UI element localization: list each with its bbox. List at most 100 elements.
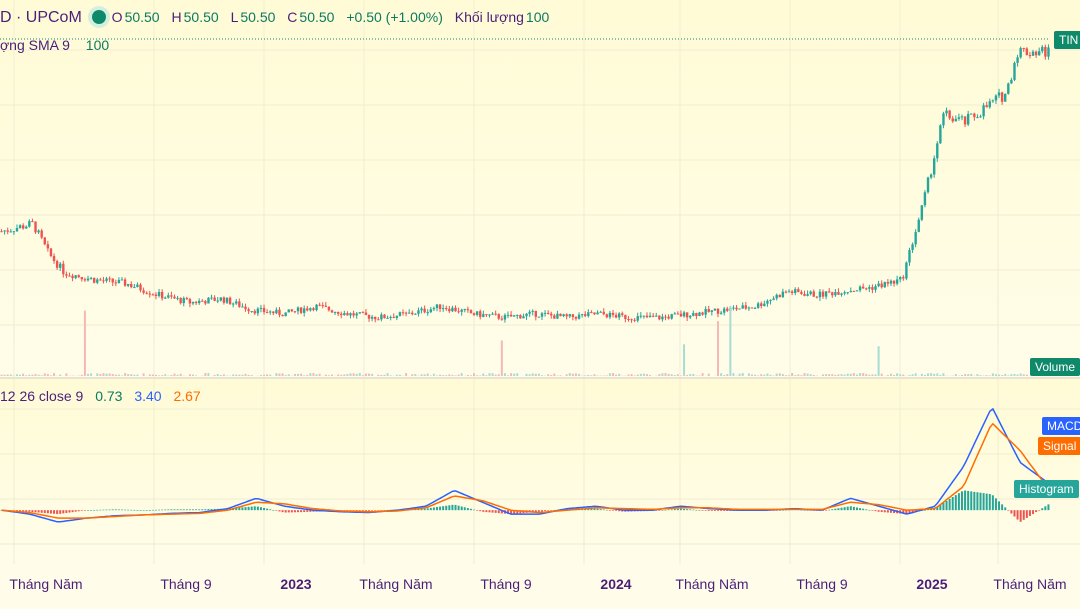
histogram-bar [668, 510, 670, 511]
candle-body [294, 311, 296, 312]
histogram-bar [25, 510, 27, 511]
volume-bar [797, 374, 799, 376]
volume-bar [312, 373, 314, 376]
histogram-bar [1020, 510, 1022, 522]
histogram-bar [365, 510, 367, 511]
candle-body [133, 287, 135, 288]
volume-bar [328, 375, 330, 376]
histogram-bar [68, 510, 70, 512]
price-tag: TIN [1054, 31, 1080, 49]
volume-bar [309, 373, 311, 376]
volume-bar [433, 374, 435, 376]
volume-bar [720, 373, 722, 376]
candle-body [488, 315, 490, 316]
histogram-bar [603, 509, 605, 510]
volume-bar [859, 373, 861, 376]
histogram-bar [995, 498, 997, 510]
candle-body [99, 279, 101, 280]
candle-body [822, 292, 824, 297]
histogram-bar [942, 503, 944, 510]
candle-body [556, 314, 558, 319]
candle-body [507, 315, 509, 316]
histogram-bar [170, 509, 172, 510]
macd-chart[interactable] [0, 379, 1080, 564]
time-axis[interactable]: Tháng NămTháng 92023Tháng NămTháng 92024… [0, 564, 1080, 604]
volume-bar [155, 375, 157, 376]
candle-body [541, 313, 543, 316]
candle-body [1038, 51, 1040, 55]
candle-body [714, 309, 716, 310]
histogram-bar [207, 509, 209, 510]
volume-bar [908, 375, 910, 376]
candle-body [226, 298, 228, 303]
price-chart[interactable] [0, 0, 1080, 378]
candle-body [362, 312, 364, 313]
histogram-bar [615, 510, 617, 511]
volume-bar [618, 374, 620, 376]
candle-body [596, 312, 598, 314]
histogram-bar [1001, 504, 1003, 510]
macd-pane[interactable]: 12 26 close 9 0.73 3.40 2.67 MACD Signal… [0, 379, 1080, 564]
volume-bar [337, 374, 339, 376]
histogram-bar [90, 510, 92, 511]
histogram-bar [269, 509, 271, 510]
volume-bar [346, 374, 348, 376]
volume-bar [593, 374, 595, 376]
candle-body [624, 315, 626, 319]
histogram-bar [65, 510, 67, 513]
candle-body [71, 276, 73, 278]
histogram-bar [859, 508, 861, 510]
candle-body [575, 317, 577, 319]
volume-bar [689, 374, 691, 376]
histogram-bar [482, 510, 484, 512]
candle-body [250, 311, 252, 312]
volume-bar [424, 374, 426, 376]
volume-bar [896, 373, 898, 376]
histogram-bar [989, 494, 991, 510]
histogram-bar [75, 510, 77, 512]
symbol-label[interactable]: D · UPCoM [0, 9, 82, 26]
candle-body [189, 299, 191, 303]
volume-bar [890, 374, 892, 376]
histogram-bar [976, 492, 978, 510]
candle-body [982, 105, 984, 116]
volume-bar [547, 374, 549, 376]
histogram-bar [470, 509, 472, 510]
candle-body [1001, 92, 1003, 101]
histogram-bar [1038, 510, 1040, 511]
histogram-bar [35, 510, 37, 512]
candle-body [646, 316, 648, 318]
histogram-bar [1047, 504, 1049, 510]
histogram-bar [53, 510, 55, 514]
candle-body [1013, 63, 1015, 80]
volume-legend: ợng SMA 9 100 [0, 37, 111, 53]
volume-bar [136, 375, 138, 376]
histogram-bar [946, 501, 948, 510]
histogram-bar [183, 509, 185, 510]
volume-bar [550, 375, 552, 376]
volume-bar [649, 375, 651, 376]
histogram-bar [56, 510, 58, 514]
volume-bar [794, 375, 796, 376]
volume-bar [507, 375, 509, 376]
volume-bar [1007, 375, 1009, 376]
candle-body [785, 292, 787, 293]
volume-bar [473, 373, 475, 376]
histogram-bar [868, 510, 870, 511]
histogram-bar [201, 509, 203, 510]
candle-body [856, 290, 858, 291]
volume-bar [331, 375, 333, 376]
histogram-bar [955, 495, 957, 510]
candle-body [615, 315, 617, 318]
volume-bar [754, 375, 756, 376]
histogram-bar [112, 509, 114, 510]
price-pane[interactable]: D · UPCoM O50.50 H50.50 L50.50 C50.50 +0… [0, 0, 1080, 378]
candle-body [905, 262, 907, 278]
volume-bar [399, 375, 401, 376]
histogram-bar [708, 510, 710, 511]
candle-body [952, 118, 954, 121]
candle-body [553, 315, 555, 318]
candle-body [152, 295, 154, 296]
volume-bar [217, 374, 219, 376]
histogram-bar [1007, 510, 1009, 511]
